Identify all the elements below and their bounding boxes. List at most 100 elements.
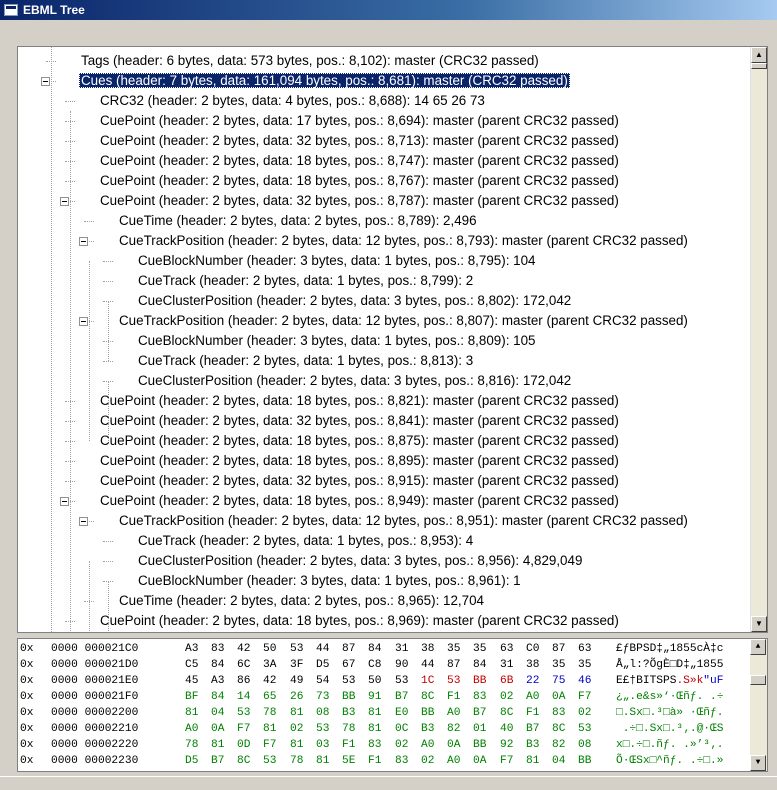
tree-node[interactable]: CueTrackPosition (header: 2 bytes, data:…	[117, 511, 690, 531]
hex-byte[interactable]: 45	[185, 673, 198, 689]
hex-byte[interactable]: 31	[395, 641, 408, 657]
tree-node[interactable]: CuePoint (header: 2 bytes, data: 18 byte…	[98, 391, 621, 411]
hex-byte[interactable]: 87	[552, 641, 565, 657]
hex-byte[interactable]: 83	[211, 641, 224, 657]
hex-byte[interactable]: 02	[290, 721, 303, 737]
hex-byte[interactable]: 84	[473, 657, 486, 673]
hex-byte[interactable]: BB	[473, 737, 486, 753]
hex-byte[interactable]: D5	[316, 657, 329, 673]
hex-byte[interactable]: 02	[578, 705, 591, 721]
scroll-down-button[interactable]: ▼	[751, 616, 767, 632]
hex-byte[interactable]: A3	[211, 673, 224, 689]
hex-view[interactable]: 0x 0000 000021C0 A3 83 42 50 53 44 87 84 31 38 35 35 6…	[17, 638, 768, 772]
hex-scroll-down-button[interactable]: ▼	[750, 755, 766, 771]
hex-byte[interactable]: 0C	[395, 721, 408, 737]
hex-byte[interactable]: 81	[368, 705, 381, 721]
tree-node[interactable]: CuePoint (header: 2 bytes, data: 32 byte…	[98, 191, 621, 211]
hex-byte[interactable]: BB	[342, 689, 355, 705]
hex-byte[interactable]: 73	[316, 689, 329, 705]
tree-node[interactable]: CueTrack (header: 2 bytes, data: 1 bytes…	[136, 351, 475, 371]
hex-byte[interactable]: 02	[500, 689, 513, 705]
hex-byte[interactable]: 92	[500, 737, 513, 753]
hex-byte[interactable]: F7	[500, 753, 513, 769]
hex-vertical-scrollbar[interactable]: ▲ ▼	[750, 639, 767, 771]
hex-byte[interactable]: 42	[263, 673, 276, 689]
hex-byte[interactable]: 78	[342, 721, 355, 737]
hex-byte[interactable]: 02	[421, 753, 434, 769]
hex-byte[interactable]: 63	[500, 641, 513, 657]
hex-byte[interactable]: 01	[473, 721, 486, 737]
collapse-toggle-icon[interactable]	[60, 197, 69, 206]
tree-node[interactable]: CuePoint (header: 2 bytes, data: 18 byte…	[98, 171, 621, 191]
hex-byte[interactable]: 90	[395, 657, 408, 673]
hex-byte[interactable]: F1	[342, 737, 355, 753]
hex-byte[interactable]: 84	[211, 657, 224, 673]
hex-byte[interactable]: E0	[395, 705, 408, 721]
hex-byte[interactable]: A0	[185, 721, 198, 737]
hex-byte[interactable]: 5E	[342, 753, 355, 769]
hex-byte[interactable]: 0D	[237, 737, 250, 753]
hex-byte[interactable]: 83	[395, 753, 408, 769]
hex-byte[interactable]: 04	[552, 753, 565, 769]
hex-byte[interactable]: D5	[185, 753, 198, 769]
tree-node[interactable]: CuePoint (header: 2 bytes, data: 18 byte…	[98, 451, 621, 471]
hex-byte[interactable]: 50	[263, 641, 276, 657]
hex-byte[interactable]: F1	[447, 689, 460, 705]
hex-byte[interactable]: 0A	[473, 753, 486, 769]
hex-byte[interactable]: BB	[473, 673, 486, 689]
hex-byte[interactable]: 53	[290, 641, 303, 657]
hex-byte[interactable]: B7	[211, 753, 224, 769]
hex-byte[interactable]: C5	[185, 657, 198, 673]
tree-node[interactable]: CueTime (header: 2 bytes, data: 2 bytes,…	[117, 591, 486, 611]
hex-byte[interactable]: 6C	[237, 657, 250, 673]
tree-vertical-scrollbar[interactable]: ▲ ▼	[750, 47, 767, 632]
tree-node[interactable]: CuePoint (header: 2 bytes, data: 18 byte…	[98, 151, 621, 171]
hex-byte[interactable]: 81	[368, 721, 381, 737]
hex-byte[interactable]: 6B	[500, 673, 513, 689]
hex-byte[interactable]: 1C	[421, 673, 434, 689]
hex-byte[interactable]: 8C	[500, 705, 513, 721]
hex-byte[interactable]: C0	[526, 641, 539, 657]
hex-byte[interactable]: 50	[368, 673, 381, 689]
hex-byte[interactable]: 78	[290, 753, 303, 769]
hex-byte[interactable]: A0	[421, 737, 434, 753]
hex-byte[interactable]: B3	[526, 737, 539, 753]
hex-byte[interactable]: 81	[316, 753, 329, 769]
hex-byte[interactable]: 0A	[211, 721, 224, 737]
hex-byte[interactable]: 35	[447, 641, 460, 657]
tree-node[interactable]: CRC32 (header: 2 bytes, data: 4 bytes, p…	[98, 91, 487, 111]
hex-byte[interactable]: B3	[421, 721, 434, 737]
hex-byte[interactable]: 81	[211, 737, 224, 753]
tree-node[interactable]: CuePoint (header: 2 bytes, data: 17 byte…	[98, 111, 621, 131]
hex-byte[interactable]: A0	[447, 753, 460, 769]
hex-byte[interactable]: 02	[395, 737, 408, 753]
hex-byte[interactable]: 04	[211, 705, 224, 721]
hex-byte[interactable]: 78	[263, 705, 276, 721]
hex-byte[interactable]: 3A	[263, 657, 276, 673]
scroll-thumb[interactable]	[751, 63, 767, 69]
hex-byte[interactable]: 35	[473, 641, 486, 657]
hex-byte[interactable]: 83	[473, 689, 486, 705]
hex-byte[interactable]: B7	[395, 689, 408, 705]
hex-byte[interactable]: 81	[526, 753, 539, 769]
tree-node[interactable]: CuePoint (header: 2 bytes, data: 32 byte…	[98, 471, 621, 491]
hex-byte[interactable]: 54	[316, 673, 329, 689]
tree-node[interactable]: CueBlockNumber (header: 3 bytes, data: 1…	[136, 331, 537, 351]
hex-byte[interactable]: 8C	[421, 689, 434, 705]
hex-byte[interactable]: 81	[185, 705, 198, 721]
tree-node[interactable]: CueTrackPosition (header: 2 bytes, data:…	[117, 311, 690, 331]
hex-byte[interactable]: 53	[342, 673, 355, 689]
hex-byte[interactable]: A3	[185, 641, 198, 657]
collapse-toggle-icon[interactable]	[79, 517, 88, 526]
hex-byte[interactable]: B7	[526, 721, 539, 737]
hex-byte[interactable]: F7	[237, 721, 250, 737]
tree-node[interactable]: CuePoint (header: 2 bytes, data: 32 byte…	[98, 131, 621, 151]
hex-byte[interactable]: 82	[447, 721, 460, 737]
scroll-up-button[interactable]: ▲	[751, 47, 767, 63]
hex-byte[interactable]: 26	[290, 689, 303, 705]
hex-byte[interactable]: 86	[237, 673, 250, 689]
tree-node[interactable]: CueTrackPosition (header: 2 bytes, data:…	[117, 231, 690, 251]
tree-node[interactable]: CueClusterPosition (header: 2 bytes, dat…	[136, 291, 573, 311]
hex-byte[interactable]: 08	[316, 705, 329, 721]
hex-byte[interactable]: 82	[552, 737, 565, 753]
